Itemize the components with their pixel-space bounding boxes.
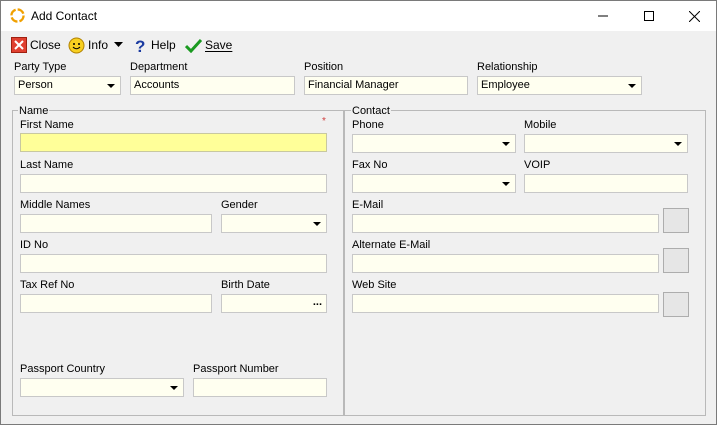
- chevron-down-icon: [502, 182, 510, 186]
- website-input[interactable]: [352, 294, 659, 313]
- voip-label: VOIP: [524, 159, 551, 171]
- gender-select[interactable]: [221, 214, 327, 233]
- id-no-label: ID No: [20, 239, 49, 251]
- mobile-select[interactable]: [524, 134, 688, 153]
- help-button-label: Help: [151, 38, 176, 52]
- phone-select[interactable]: [352, 134, 516, 153]
- phone-label: Phone: [352, 119, 384, 131]
- maximize-button[interactable]: [626, 1, 672, 31]
- middle-names-input[interactable]: [20, 214, 212, 233]
- website-label: Web Site: [352, 279, 397, 291]
- chevron-down-icon: [114, 42, 123, 47]
- required-marker: *: [322, 116, 326, 127]
- department-field[interactable]: Accounts: [130, 76, 295, 95]
- tax-ref-input[interactable]: [20, 294, 212, 313]
- passport-country-select[interactable]: [20, 378, 184, 397]
- alt-email-input[interactable]: [352, 254, 659, 273]
- smiley-icon: [68, 37, 85, 53]
- help-icon: ?: [135, 37, 145, 54]
- chevron-down-icon: [502, 142, 510, 146]
- party-type-value: Person: [18, 79, 53, 91]
- position-field[interactable]: Financial Manager: [304, 76, 468, 95]
- relationship-select[interactable]: Employee: [477, 76, 642, 95]
- app-icon: [10, 8, 25, 23]
- email-label: E-Mail: [352, 199, 384, 211]
- relationship-value: Employee: [481, 79, 530, 91]
- middle-names-label: Middle Names: [20, 199, 91, 211]
- window-title: Add Contact: [31, 9, 98, 23]
- passport-number-input[interactable]: [193, 378, 327, 397]
- minimize-button[interactable]: [580, 1, 626, 31]
- chevron-down-icon: [628, 84, 636, 88]
- position-label: Position: [304, 61, 344, 73]
- chevron-down-icon: [674, 142, 682, 146]
- info-button[interactable]: Info: [68, 35, 108, 55]
- add-contact-window: Add Contact Close Info ? Help Save Party…: [0, 0, 717, 425]
- fax-select[interactable]: [352, 174, 516, 193]
- minimize-icon: [598, 15, 608, 17]
- first-name-label: First Name: [20, 119, 74, 131]
- last-name-input[interactable]: [20, 174, 327, 193]
- info-button-label: Info: [88, 38, 109, 52]
- save-button-label: Save: [205, 38, 233, 52]
- chevron-down-icon: [313, 222, 321, 226]
- toolbar: Close Info ? Help Save: [1, 31, 716, 57]
- website-action-button[interactable]: [663, 292, 689, 317]
- chevron-down-icon: [107, 84, 115, 88]
- name-group-title: Name: [18, 105, 50, 117]
- date-picker-button[interactable]: ...: [313, 296, 322, 308]
- svg-text:?: ?: [135, 37, 145, 54]
- fax-label: Fax No: [352, 159, 388, 171]
- first-name-input[interactable]: [20, 133, 327, 152]
- relationship-label: Relationship: [477, 61, 538, 73]
- party-type-select[interactable]: Person: [14, 76, 121, 95]
- mobile-label: Mobile: [524, 119, 557, 131]
- id-no-input[interactable]: [20, 254, 327, 273]
- tax-ref-label: Tax Ref No: [20, 279, 75, 291]
- save-button[interactable]: Save: [185, 35, 232, 55]
- birth-date-label: Birth Date: [221, 279, 270, 291]
- help-button[interactable]: ? Help: [134, 35, 176, 55]
- party-type-label: Party Type: [14, 61, 67, 73]
- alt-email-action-button[interactable]: [663, 248, 689, 273]
- contact-group-title: Contact: [351, 105, 391, 117]
- voip-input[interactable]: [524, 174, 688, 193]
- email-input[interactable]: [352, 214, 659, 233]
- passport-country-label: Passport Country: [20, 363, 105, 375]
- close-icon: [688, 10, 700, 22]
- info-dropdown-arrow[interactable]: [114, 35, 126, 55]
- close-red-icon: [11, 37, 27, 53]
- birth-date-input[interactable]: ...: [221, 294, 327, 313]
- alt-email-label: Alternate E-Mail: [352, 239, 431, 251]
- passport-number-label: Passport Number: [193, 363, 279, 375]
- department-label: Department: [130, 61, 188, 73]
- maximize-icon: [644, 11, 654, 21]
- title-bar: Add Contact: [1, 1, 716, 31]
- close-window-button[interactable]: [671, 1, 717, 31]
- gender-label: Gender: [221, 199, 258, 211]
- email-action-button[interactable]: [663, 208, 689, 233]
- checkmark-icon: [185, 38, 202, 53]
- close-button[interactable]: Close: [11, 35, 61, 55]
- chevron-down-icon: [170, 386, 178, 390]
- last-name-label: Last Name: [20, 159, 74, 171]
- close-button-label: Close: [30, 38, 61, 52]
